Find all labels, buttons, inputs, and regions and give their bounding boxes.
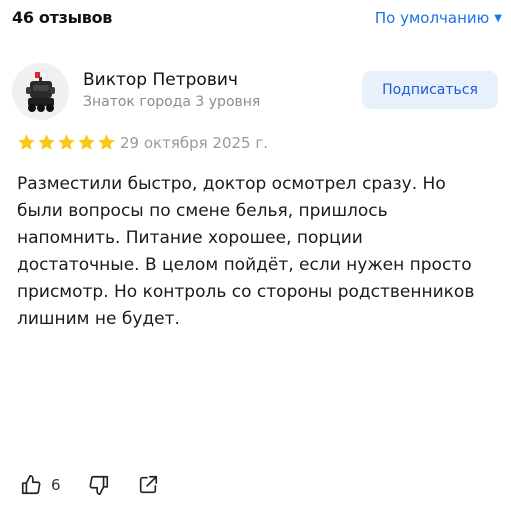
share-button[interactable] <box>137 474 159 496</box>
star-icon <box>98 134 115 150</box>
dislike-button[interactable] <box>88 474 110 496</box>
like-button[interactable]: 6 <box>20 474 61 496</box>
chevron-down-icon: ▼ <box>494 12 502 24</box>
star-icon <box>78 134 95 150</box>
subscribe-button[interactable]: Подписаться <box>362 71 498 109</box>
review-text: Разместили быстро, доктор осмотрел сразу… <box>17 174 475 329</box>
reviews-count: 46 отзывов <box>12 8 113 27</box>
sort-select[interactable]: По умолчанию ▼ <box>375 9 502 27</box>
star-icon <box>38 134 55 150</box>
sort-label: По умолчанию <box>374 9 490 27</box>
thumbs-up-icon <box>21 475 41 495</box>
author-level: Знаток города 3 уровня <box>83 94 261 110</box>
share-icon <box>139 475 157 494</box>
star-icon <box>58 134 75 150</box>
star-rating <box>17 133 116 152</box>
like-count: 6 <box>51 476 61 494</box>
star-icon <box>18 134 35 150</box>
review-actions: 6 <box>20 474 159 496</box>
author-name[interactable]: Виктор Петрович <box>83 70 238 90</box>
robot-avatar-icon <box>26 71 55 112</box>
thumbs-down-icon <box>89 475 108 495</box>
review-date: 29 октября 2025 г. <box>120 133 269 152</box>
rating-row: 29 октября 2025 г. <box>17 133 268 152</box>
avatar[interactable] <box>12 63 69 120</box>
